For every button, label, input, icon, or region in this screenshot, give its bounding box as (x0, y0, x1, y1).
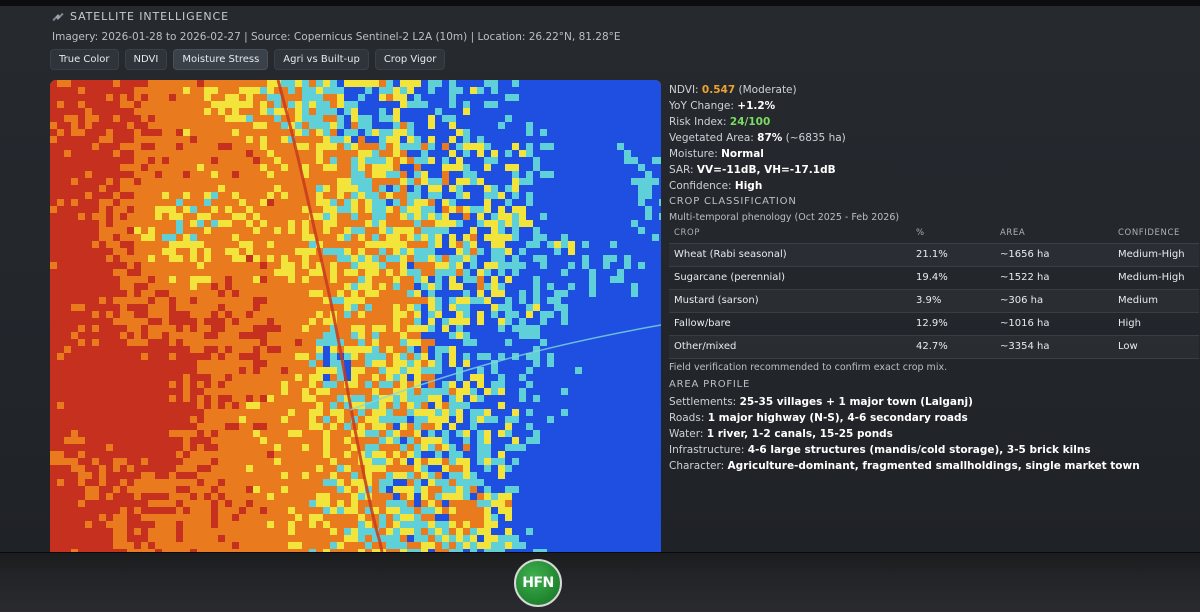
crop-name: Sugarcane (perennial) (669, 266, 911, 290)
sar-value: VV=-11dB, VH=-17.1dB (696, 164, 836, 176)
stats-panel: NDVI: 0.547 (Moderate) YoY Change: +1.2%… (669, 82, 1189, 194)
character-value: Agriculture-dominant, fragmented smallho… (727, 460, 1140, 472)
tab-crop-vigor[interactable]: Crop Vigor (374, 49, 446, 70)
tab-moisture-stress[interactable]: Moisture Stress (173, 49, 269, 70)
crop-area: ~1522 ha (995, 266, 1113, 290)
ndvi-class: (Moderate) (738, 84, 797, 96)
bezel-top (0, 0, 1200, 6)
satellite-icon (52, 12, 64, 21)
vegetated-area-row: Vegetated Area: 87% (~6835 ha) (669, 130, 1189, 146)
vegetated-area-value: 87% (757, 132, 783, 144)
crop-confidence: Medium-High (1113, 266, 1199, 290)
crop-classification-subtitle: Multi-temporal phenology (Oct 2025 - Feb… (669, 212, 900, 223)
sar-row: SAR: VV=-11dB, VH=-17.1dB (669, 162, 1189, 178)
confidence-label: Confidence: (669, 180, 732, 192)
col-crop: CROP (669, 224, 911, 244)
crop-name: Mustard (sarson) (669, 289, 911, 313)
monitor-logo: HFN (514, 559, 562, 607)
crop-confidence: Medium (1113, 289, 1199, 313)
imagery-meta: Imagery: 2026-01-28 to 2026-02-27 | Sour… (52, 31, 621, 43)
crop-area: ~1016 ha (995, 312, 1113, 336)
tab-true-color[interactable]: True Color (50, 49, 119, 70)
section-title: SATELLITE INTELLIGENCE (52, 10, 229, 23)
vegetated-area-ha: (~6835 ha) (785, 132, 846, 144)
table-row: Other/mixed 42.7% ~3354 ha Low (669, 335, 1199, 359)
col-confidence: CONFIDENCE (1113, 224, 1199, 244)
crop-classification-heading: CROP CLASSIFICATION (669, 196, 797, 207)
col-area: AREA (995, 224, 1113, 244)
settlements-label: Settlements: (669, 396, 737, 408)
yoy-label: YoY Change: (669, 100, 734, 112)
crop-table-header: CROP % AREA CONFIDENCE (669, 224, 1199, 244)
map-canvas (50, 80, 661, 552)
risk-value: 24/100 (729, 116, 771, 128)
table-row: Sugarcane (perennial) 19.4% ~1522 ha Med… (669, 266, 1199, 290)
crop-table: CROP % AREA CONFIDENCE Wheat (Rabi seaso… (669, 224, 1199, 359)
area-profile-heading: AREA PROFILE (669, 379, 751, 390)
crop-area: ~1656 ha (995, 243, 1113, 267)
crop-percent: 21.1% (911, 243, 995, 267)
crop-percent: 12.9% (911, 312, 995, 336)
water-value: 1 river, 1-2 canals, 15-25 ponds (706, 428, 893, 440)
table-row: Wheat (Rabi seasonal) 21.1% ~1656 ha Med… (669, 243, 1199, 267)
roads-row: Roads: 1 major highway (N-S), 4-6 second… (669, 410, 1194, 426)
monitor-logo-text: HFN (522, 575, 554, 591)
settlements-row: Settlements: 25-35 villages + 1 major to… (669, 394, 1194, 410)
crop-name: Fallow/bare (669, 312, 911, 336)
crop-confidence: High (1113, 312, 1199, 336)
vegetated-area-label: Vegetated Area: (669, 132, 754, 144)
monitor-bezel (0, 552, 1200, 612)
ndvi-label: NDVI: (669, 84, 699, 96)
water-row: Water: 1 river, 1-2 canals, 15-25 ponds (669, 426, 1194, 442)
yoy-row: YoY Change: +1.2% (669, 98, 1189, 114)
ndvi-row: NDVI: 0.547 (Moderate) (669, 82, 1189, 98)
crop-percent: 3.9% (911, 289, 995, 313)
app-screen: SATELLITE INTELLIGENCE Imagery: 2026-01-… (0, 0, 1200, 552)
risk-row: Risk Index: 24/100 (669, 114, 1189, 130)
crop-area: ~306 ha (995, 289, 1113, 313)
crop-percent: 19.4% (911, 266, 995, 290)
infrastructure-value: 4-6 large structures (mandis/cold storag… (747, 444, 1091, 456)
table-row: Mustard (sarson) 3.9% ~306 ha Medium (669, 289, 1199, 313)
character-row: Character: Agriculture-dominant, fragmen… (669, 458, 1194, 474)
tab-ndvi[interactable]: NDVI (124, 49, 168, 70)
crop-name: Wheat (Rabi seasonal) (669, 243, 911, 267)
infrastructure-row: Infrastructure: 4-6 large structures (ma… (669, 442, 1194, 458)
crop-name: Other/mixed (669, 335, 911, 359)
water-label: Water: (669, 428, 704, 440)
risk-label: Risk Index: (669, 116, 727, 128)
ndvi-value: 0.547 (701, 84, 736, 96)
crop-confidence: Low (1113, 335, 1199, 359)
roads-label: Roads: (669, 412, 705, 424)
moisture-label: Moisture: (669, 148, 718, 160)
moisture-row: Moisture: Normal (669, 146, 1189, 162)
sar-label: SAR: (669, 164, 694, 176)
yoy-value: +1.2% (737, 100, 776, 112)
moisture-stress-map[interactable] (50, 80, 661, 552)
section-title-text: SATELLITE INTELLIGENCE (70, 10, 229, 23)
area-profile-panel: Settlements: 25-35 villages + 1 major to… (669, 394, 1194, 474)
confidence-row: Confidence: High (669, 178, 1189, 194)
roads-value: 1 major highway (N-S), 4-6 secondary roa… (707, 412, 968, 424)
table-row: Fallow/bare 12.9% ~1016 ha High (669, 312, 1199, 336)
tab-agri-vs-built-up[interactable]: Agri vs Built-up (274, 49, 369, 70)
crop-percent: 42.7% (911, 335, 995, 359)
infrastructure-label: Infrastructure: (669, 444, 745, 456)
confidence-value: High (734, 180, 763, 192)
settlements-value: 25-35 villages + 1 major town (Lalganj) (739, 396, 973, 408)
field-verification-note: Field verification recommended to confir… (669, 362, 948, 373)
crop-area: ~3354 ha (995, 335, 1113, 359)
crop-confidence: Medium-High (1113, 243, 1199, 267)
col-percent: % (911, 224, 995, 244)
character-label: Character: (669, 460, 725, 472)
layer-tabs: True Color NDVI Moisture Stress Agri vs … (50, 49, 446, 70)
moisture-value: Normal (721, 148, 764, 160)
